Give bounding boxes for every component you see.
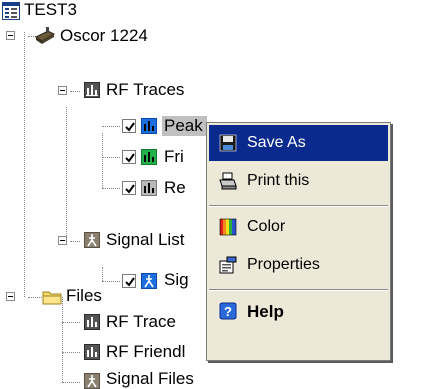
menu-item-color[interactable]: Color xyxy=(209,209,388,245)
tree-connector xyxy=(62,297,63,382)
menu-item-label: Help xyxy=(247,302,284,321)
bar-chart-icon xyxy=(84,314,100,330)
tree-connector xyxy=(24,32,25,297)
checkbox-sig[interactable] xyxy=(122,274,136,288)
menu-separator xyxy=(209,289,388,291)
menu-item-label: Print this xyxy=(247,172,310,189)
tree-root-label[interactable]: TEST3 xyxy=(24,0,77,20)
folder-icon xyxy=(42,288,62,306)
tree-item-rf-trace-files[interactable]: RF Trace xyxy=(106,312,176,332)
tree-item-fri[interactable]: Fri xyxy=(164,147,184,167)
menu-separator xyxy=(209,205,388,207)
tree-connector xyxy=(102,157,120,158)
collapse-toggle[interactable] xyxy=(6,31,15,40)
tree-connector xyxy=(66,107,67,242)
tree-item-signal-files[interactable]: Signal Files xyxy=(106,369,194,389)
tree-item-sig[interactable]: Sig xyxy=(164,270,189,290)
tree-connector xyxy=(70,91,80,92)
tree-item-signal-list[interactable]: Signal List xyxy=(106,230,184,250)
tree-connector xyxy=(70,241,80,242)
menu-item-label: Color xyxy=(247,218,286,235)
tree-item-peak[interactable]: Peak xyxy=(162,116,207,136)
tree-connector xyxy=(102,188,120,189)
collapse-toggle[interactable] xyxy=(6,292,15,301)
menu-item-label: Properties xyxy=(247,256,320,273)
checkbox-peak[interactable] xyxy=(122,119,136,133)
bar-chart-icon xyxy=(141,180,157,196)
printer-icon xyxy=(219,172,237,190)
menu-item-help[interactable]: ? Help xyxy=(209,293,388,329)
menu-item-print-this[interactable]: Print this xyxy=(209,163,388,199)
color-palette-icon xyxy=(219,218,237,236)
tree-connector xyxy=(102,267,103,281)
tree-item-files[interactable]: Files xyxy=(66,286,102,306)
checkbox-re[interactable] xyxy=(122,181,136,195)
collapse-toggle[interactable] xyxy=(58,236,67,245)
properties-icon xyxy=(219,256,237,274)
svg-text:?: ? xyxy=(224,304,232,319)
menu-item-label: Save As xyxy=(247,134,306,151)
bar-chart-icon xyxy=(84,82,100,98)
bar-chart-icon xyxy=(84,344,100,360)
context-menu: Save As Print this Color Properties ? He… xyxy=(206,122,391,361)
help-icon: ? xyxy=(219,302,237,320)
floppy-disk-icon xyxy=(219,134,237,152)
menu-item-save-as[interactable]: Save As xyxy=(209,125,388,161)
bar-chart-icon xyxy=(141,118,157,134)
tree-connector xyxy=(62,352,80,353)
tree-connector xyxy=(62,322,80,323)
signal-icon xyxy=(141,273,157,289)
signal-icon xyxy=(84,373,100,389)
tree-item-rf-traces[interactable]: RF Traces xyxy=(106,80,184,100)
tree-item-device[interactable]: Oscor 1224 xyxy=(60,26,148,46)
tree-connector xyxy=(102,281,120,282)
tree-connector xyxy=(102,126,120,127)
device-icon xyxy=(34,25,56,45)
signal-icon xyxy=(84,232,100,248)
tree-connector xyxy=(102,133,103,188)
menu-item-properties[interactable]: Properties xyxy=(209,247,388,283)
checkbox-fri[interactable] xyxy=(122,150,136,164)
document-list-icon xyxy=(2,2,20,20)
bar-chart-icon xyxy=(141,149,157,165)
tree-item-rf-friendly-files[interactable]: RF Friendl xyxy=(106,342,185,362)
tree-connector xyxy=(62,382,80,383)
tree-item-re[interactable]: Re xyxy=(164,178,186,198)
collapse-toggle[interactable] xyxy=(58,86,67,95)
